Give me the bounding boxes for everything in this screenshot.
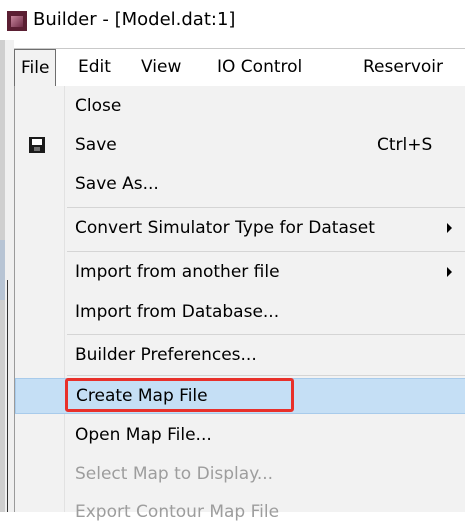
submenu-arrow-icon (447, 223, 452, 233)
menu-item-save-as[interactable]: Save As... (15, 166, 465, 202)
menu-item-label: Import from Database... (75, 302, 280, 322)
menu-item-close[interactable]: Close (15, 88, 465, 124)
window-frame-left (0, 40, 14, 512)
save-icon (29, 137, 45, 153)
menu-item-open-map-file[interactable]: Open Map File... (15, 417, 465, 453)
menu-item-import-from-file[interactable]: Import from another file (15, 254, 465, 290)
menu-item-export-contour-map-file: Export Contour Map File (15, 494, 465, 530)
menu-item-label: Create Map File (76, 386, 208, 406)
menu-item-save[interactable]: Save Ctrl+S (15, 127, 465, 163)
menu-separator (67, 375, 465, 376)
menu-item-label: Select Map to Display... (75, 464, 274, 484)
menu-item-label: Save (75, 135, 117, 155)
menu-item-label: Open Map File... (75, 425, 212, 445)
menu-item-select-map-to-display: Select Map to Display... (15, 456, 465, 492)
background-panel-edge (0, 240, 5, 300)
menu-item-label: Builder Preferences... (75, 345, 257, 365)
menu-item-create-map-file[interactable]: Create Map File (15, 378, 465, 414)
menu-item-label: Save As... (75, 174, 159, 194)
menu-edit[interactable]: Edit (78, 49, 111, 86)
menu-separator (67, 251, 465, 252)
submenu-arrow-icon (447, 267, 452, 277)
menu-view[interactable]: View (141, 49, 181, 86)
menu-item-shortcut: Ctrl+S (377, 135, 433, 155)
window-title: Builder - [Model.dat:1] (33, 9, 236, 30)
menu-item-builder-preferences[interactable]: Builder Preferences... (15, 337, 465, 373)
menu-separator (67, 207, 465, 208)
menu-item-import-from-database[interactable]: Import from Database... (15, 294, 465, 330)
menu-item-label: Export Contour Map File (75, 502, 280, 522)
file-menu-dropdown: Close Save Ctrl+S Save As... Convert Sim… (14, 86, 465, 522)
builder-app-icon (7, 11, 27, 31)
menu-item-label: Convert Simulator Type for Dataset (75, 218, 375, 238)
background-divider (7, 280, 8, 512)
menu-io-control[interactable]: IO Control (217, 49, 302, 86)
menu-bar: File Edit View IO Control Reservoir (14, 48, 465, 88)
title-bar: Builder - [Model.dat:1] (0, 0, 465, 40)
menu-item-convert-simulator-type[interactable]: Convert Simulator Type for Dataset (15, 210, 465, 246)
menu-separator (67, 334, 465, 335)
menu-file[interactable]: File (14, 49, 57, 86)
menu-reservoir[interactable]: Reservoir (363, 49, 443, 86)
menu-item-label: Import from another file (75, 262, 280, 282)
menu-item-label: Close (75, 96, 122, 116)
